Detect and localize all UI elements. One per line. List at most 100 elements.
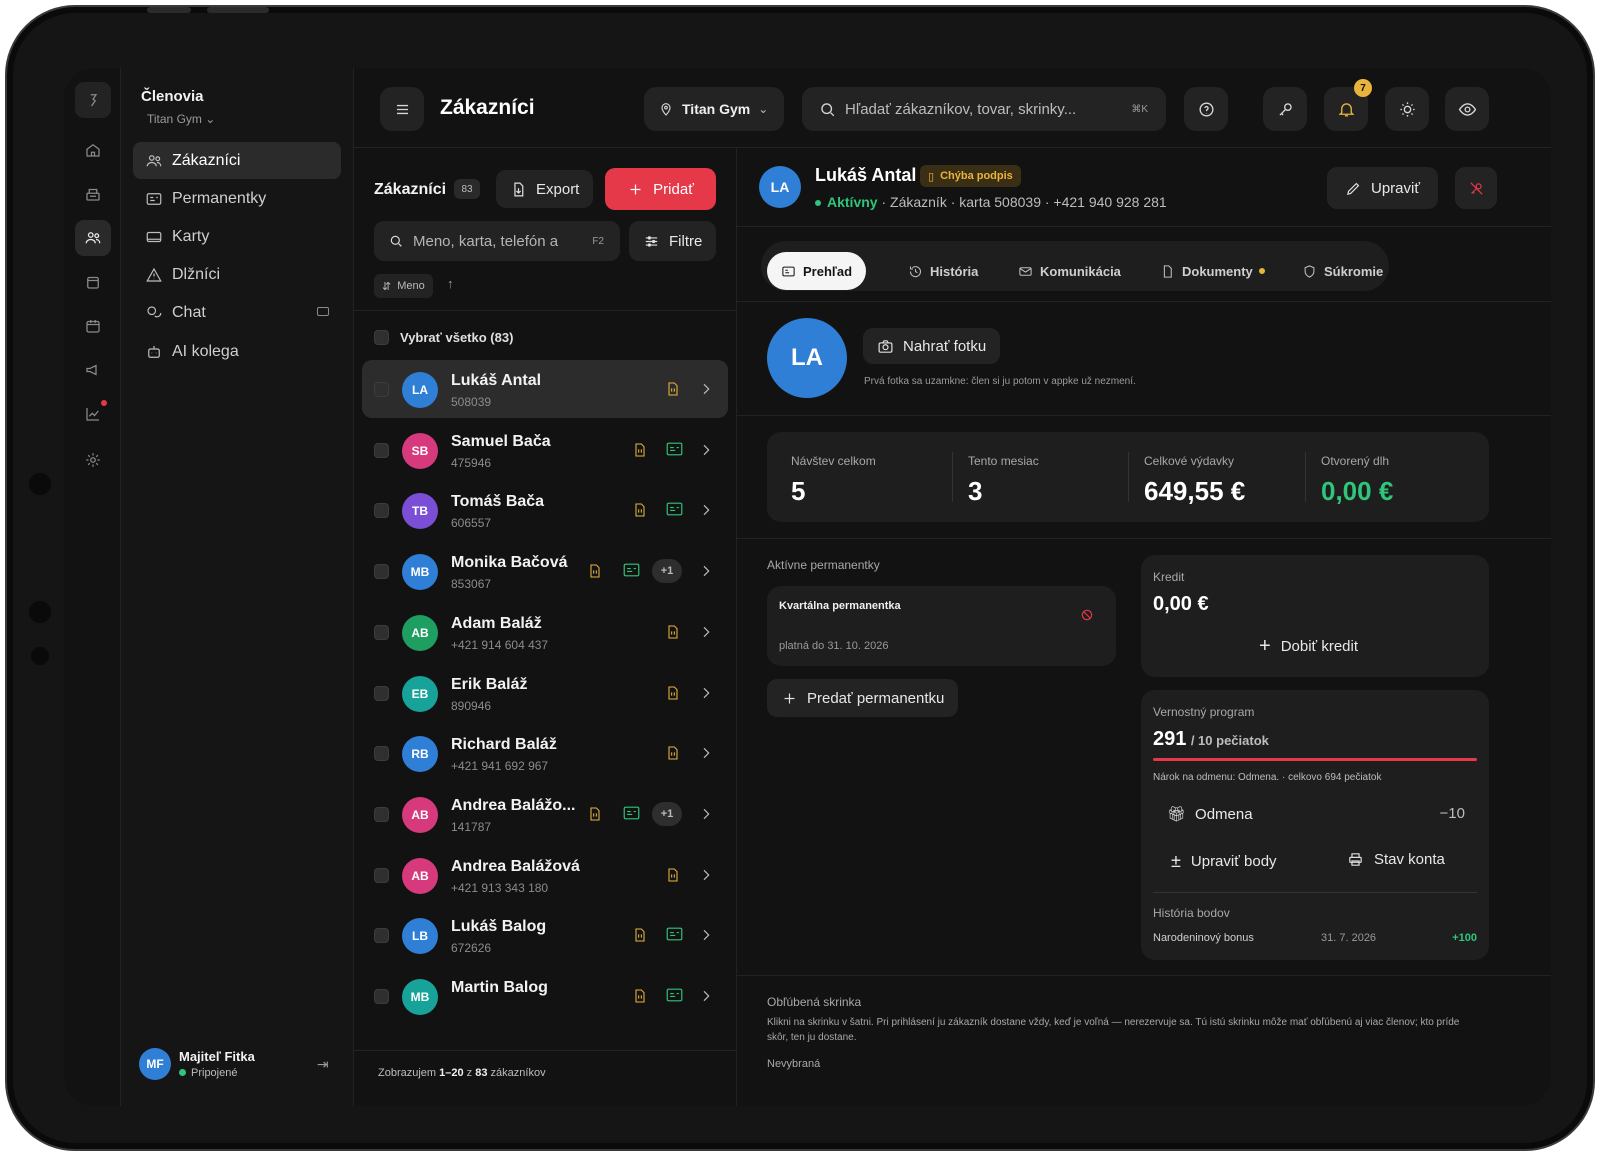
cancel-membership-icon[interactable] <box>1080 608 1094 622</box>
sidebar-item-cards[interactable]: Karty <box>133 218 341 255</box>
customer-row[interactable]: MB Martin Balog <box>362 967 728 1025</box>
avatar: AB <box>402 857 438 894</box>
key-icon <box>1278 102 1292 116</box>
search-icon <box>821 102 835 116</box>
row-checkbox[interactable] <box>374 928 389 944</box>
sort-direction-icon[interactable]: ↑ <box>447 276 454 291</box>
tab-documents[interactable]: Dokumenty <box>1146 252 1279 290</box>
tab-privacy[interactable]: Súkromie <box>1288 252 1397 290</box>
customer-row[interactable]: AB Andrea Balážová +421 913 343 180 <box>362 846 728 904</box>
row-checkbox[interactable] <box>374 746 389 762</box>
privacy-button[interactable] <box>1445 87 1489 131</box>
edit-points-button[interactable]: ± Upraviť body <box>1171 851 1277 872</box>
row-checkbox[interactable] <box>374 624 389 640</box>
cash-register-icon[interactable] <box>75 176 111 212</box>
gym-select[interactable]: Titan Gym ⌄ <box>644 87 784 131</box>
history-points: +100 <box>1452 932 1477 944</box>
customer-row[interactable]: TB Tomáš Bača 606557 <box>362 481 728 539</box>
sidebar-item-label: Chat <box>172 303 206 321</box>
row-checkbox[interactable] <box>374 867 389 883</box>
logout-icon[interactable]: ⇥ <box>317 1056 329 1073</box>
select-all[interactable]: Vybrať všetko (83) <box>374 330 513 345</box>
sort-button[interactable]: ⇵ Meno <box>374 274 433 298</box>
select-all-checkbox[interactable] <box>374 330 389 345</box>
export-button[interactable]: Export <box>496 170 594 208</box>
global-search-input[interactable]: Hľadať zákazníkov, tovar, skrinky... ⌘K <box>802 87 1166 131</box>
customer-name: Andrea Balážo... <box>451 796 576 814</box>
signature-warning-badge[interactable]: ▯ Chýba podpis <box>920 165 1021 187</box>
logo-icon[interactable] <box>75 82 111 118</box>
sidebar-title: Členovia <box>141 88 204 105</box>
customer-row[interactable]: AB Andrea Balážo... 141787 +1 <box>362 785 728 843</box>
sidebar-item-debtors[interactable]: Dlžníci <box>133 256 341 293</box>
customer-id: +421 914 604 437 <box>451 637 549 652</box>
sell-membership-button[interactable]: Predať permanentku <box>767 679 959 717</box>
print-statement-button[interactable]: Stav konta <box>1347 851 1445 868</box>
favorite-locker-description: Klikni na skrinku v šatni. Pri prihlásen… <box>767 1017 1460 1043</box>
row-checkbox[interactable] <box>374 503 389 519</box>
tab-history[interactable]: História <box>894 252 992 290</box>
disable-access-button[interactable] <box>1455 167 1497 209</box>
customer-row[interactable]: MB Monika Bačová 853067 +1 <box>362 542 728 600</box>
row-checkbox[interactable] <box>374 442 389 458</box>
gym-switcher[interactable]: Titan Gym ⌄ <box>147 112 215 126</box>
customer-row[interactable]: SB Samuel Bača 475946 <box>362 421 728 479</box>
reward-cost: −10 <box>1439 805 1465 822</box>
search-placeholder: Meno, karta, telefón a <box>413 232 559 250</box>
calendar-icon[interactable] <box>75 308 111 344</box>
sidebar-item-memberships[interactable]: Permanentky <box>133 180 341 217</box>
help-button[interactable] <box>1184 87 1228 131</box>
menu-button[interactable] <box>380 87 424 131</box>
customer-id: 606557 <box>451 516 492 531</box>
upload-photo-button[interactable]: Nahrať fotku <box>863 328 1001 364</box>
contract-icon <box>668 382 678 396</box>
reward-label: Odmena <box>1195 805 1253 823</box>
filter-button[interactable]: Filtre <box>629 221 717 261</box>
loyalty-panel: Vernostný program 291 / 10 pečiatok Náro… <box>1141 690 1489 960</box>
sidebar-item-customers[interactable]: Zákazníci <box>133 142 341 179</box>
notification-dot <box>101 400 107 406</box>
divider <box>1153 892 1477 893</box>
analytics-icon[interactable] <box>75 396 111 432</box>
avatar: AB <box>402 796 438 833</box>
home-icon[interactable] <box>75 132 111 168</box>
user-profile[interactable]: MF Majiteľ Fitka Pripojené ⇥ <box>139 1048 329 1080</box>
customer-search-input[interactable]: Meno, karta, telefón a F2 <box>374 221 620 261</box>
customer-row[interactable]: AB Adam Baláž +421 914 604 437 <box>362 603 728 661</box>
keys-button[interactable] <box>1263 87 1307 131</box>
plus-minus-icon: ± <box>1171 851 1181 871</box>
reward-item[interactable]: 🎁︎ Odmena <box>1167 805 1253 824</box>
top-up-credit-button[interactable]: + Dobiť kredit <box>1259 635 1358 658</box>
app-screen: Členovia Titan Gym ⌄ Zákazníci Permanent… <box>64 68 1551 1106</box>
customer-row[interactable]: EB Erik Baláž 890946 <box>362 664 728 722</box>
favorite-locker-value[interactable]: Nevybraná <box>767 1058 820 1070</box>
row-checkbox[interactable] <box>374 685 389 701</box>
membership-card[interactable]: Kvartálna permanentka platná do 31. 10. … <box>767 586 1116 666</box>
camera-dot <box>31 647 49 665</box>
members-icon[interactable] <box>75 220 111 256</box>
megaphone-icon[interactable] <box>75 352 111 388</box>
edit-points-label: Upraviť body <box>1190 853 1277 870</box>
chevron-right-icon <box>703 505 710 516</box>
eye-icon <box>1458 102 1476 116</box>
row-checkbox[interactable] <box>374 806 389 822</box>
add-customer-button[interactable]: Pridať <box>605 168 716 210</box>
customer-row[interactable]: LB Lukáš Balog 672626 <box>362 906 728 964</box>
tab-communication[interactable]: Komunikácia <box>1004 252 1135 290</box>
settings-icon[interactable] <box>75 442 111 478</box>
row-checkbox[interactable] <box>374 989 389 1004</box>
tab-overview[interactable]: Prehľad <box>767 252 867 290</box>
sidebar-item-chat[interactable]: Chat <box>133 294 341 331</box>
avatar: LB <box>402 918 438 955</box>
store-icon[interactable] <box>75 264 111 300</box>
customer-row[interactable]: RB Richard Baláž +421 941 692 967 <box>362 724 728 782</box>
row-checkbox[interactable] <box>374 564 389 580</box>
edit-customer-button[interactable]: Upraviť <box>1327 167 1438 209</box>
customer-name: Richard Baláž <box>451 736 557 754</box>
sidebar-item-ai[interactable]: AI kolega <box>133 333 341 370</box>
customer-row[interactable]: LA Lukáš Antal 508039 <box>362 360 728 418</box>
row-checkbox[interactable] <box>374 382 389 397</box>
theme-button[interactable] <box>1385 87 1429 131</box>
notifications-button[interactable]: 7 <box>1324 79 1372 131</box>
avatar: MB <box>402 979 438 1015</box>
